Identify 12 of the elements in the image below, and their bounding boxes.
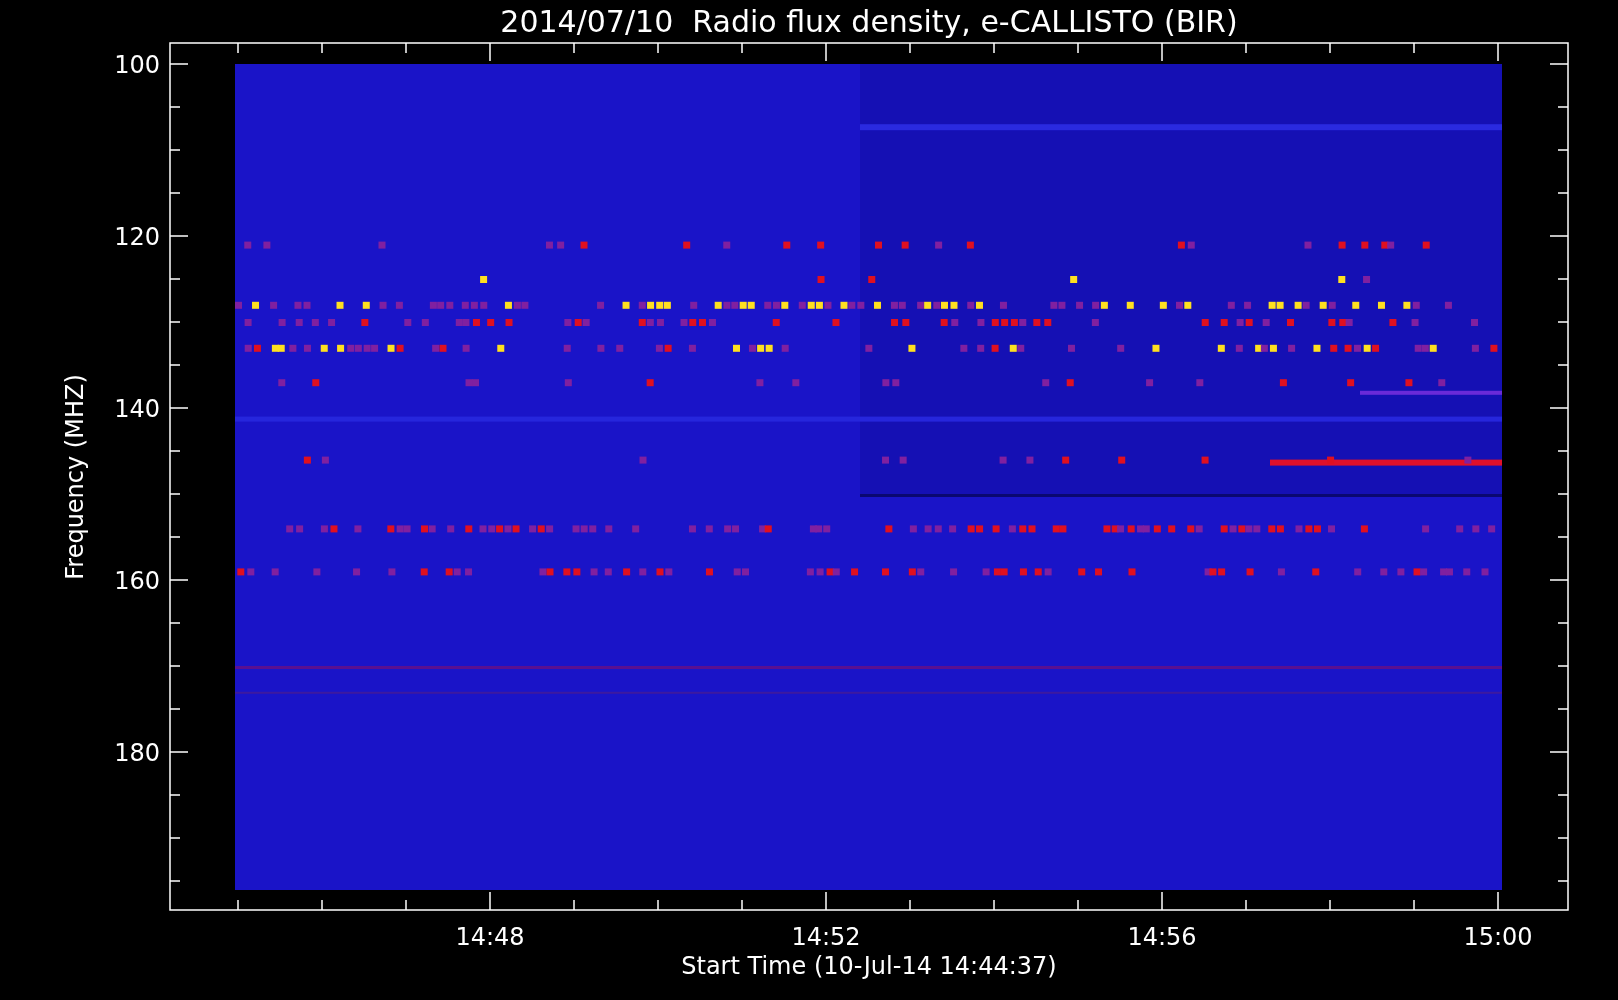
x-tick-label: 14:52 — [791, 923, 861, 951]
y-tick-label: 140 — [114, 395, 160, 423]
x-tick-label: 15:00 — [1463, 923, 1533, 951]
x-axis-label: Start Time (10-Jul-14 14:44:37) — [681, 952, 1057, 980]
x-tick-label: 14:48 — [455, 923, 525, 951]
y-tick-label: 180 — [114, 739, 160, 767]
x-tick-label: 14:56 — [1127, 923, 1197, 951]
y-tick-label: 100 — [114, 51, 160, 79]
y-axis-label: Frequency (MHZ) — [61, 374, 89, 580]
y-tick-label: 120 — [114, 223, 160, 251]
chart-title: 2014/07/10 Radio flux density, e-CALLISTO (BIR) — [500, 4, 1238, 39]
y-tick-label: 160 — [114, 567, 160, 595]
